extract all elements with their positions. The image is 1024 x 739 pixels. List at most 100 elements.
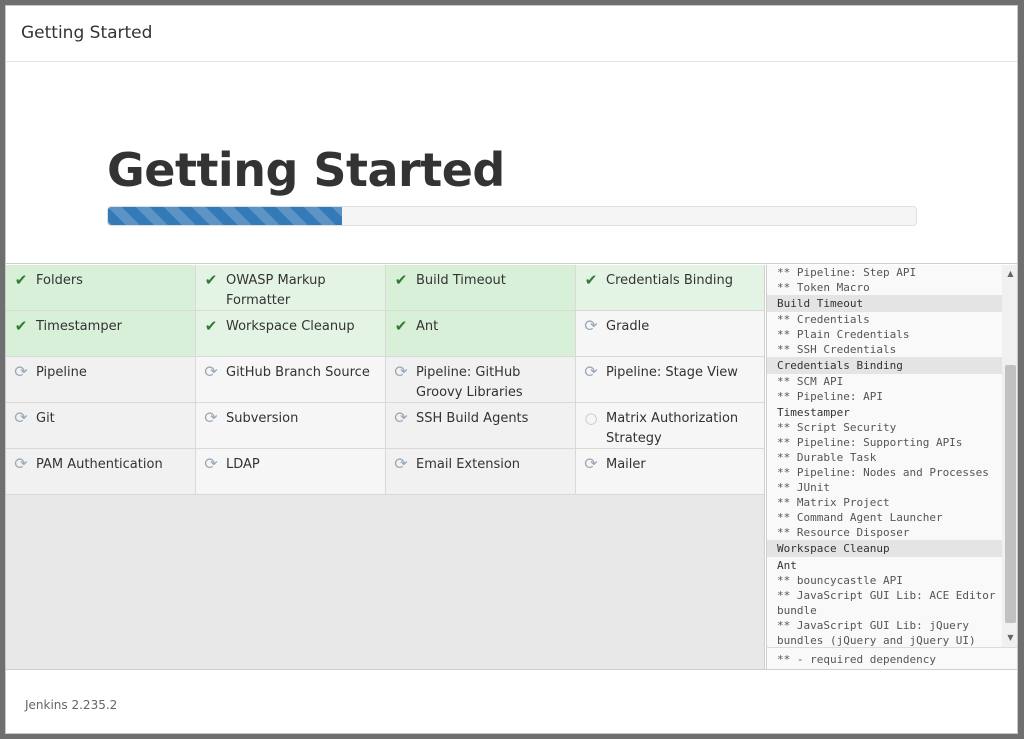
refresh-icon: ⟳ xyxy=(584,316,598,335)
refresh-icon: ⟳ xyxy=(204,362,218,381)
circle-icon: ○ xyxy=(584,409,598,427)
log-dependency-line: ** JUnit xyxy=(777,481,830,494)
scroll-up-icon[interactable]: ▲ xyxy=(1002,267,1017,281)
plugin-name: Workspace Cleanup xyxy=(226,319,355,334)
plugin-item: ✔ Workspace Cleanup xyxy=(196,311,386,357)
jenkins-version: Jenkins 2.235.2 xyxy=(25,698,118,712)
log-dependency-line: ** SCM API xyxy=(777,375,844,388)
plugin-item: ✔ Credentials Binding xyxy=(576,265,764,311)
refresh-icon: ⟳ xyxy=(394,408,408,427)
plugin-item: ✔ Ant xyxy=(386,311,576,357)
refresh-icon: ⟳ xyxy=(14,362,28,381)
install-log-content: ** Pipeline: Step API ** Token Macro Build… xyxy=(767,265,1003,647)
install-log[interactable]: ** Pipeline: Step API ** Token Macro Build… xyxy=(766,265,1017,647)
log-plugin-line: Credentials Binding xyxy=(767,357,1003,374)
plugin-item: ✔ Timestamper xyxy=(6,311,196,357)
refresh-icon: ⟳ xyxy=(394,362,408,381)
plugin-item: ✔ Build Timeout xyxy=(386,265,576,311)
log-dependency-line: ** Token Macro xyxy=(777,281,870,294)
refresh-icon: ⟳ xyxy=(204,408,218,427)
install-progress-bar xyxy=(107,206,917,226)
plugin-name: OWASP Markup Formatter xyxy=(226,273,326,308)
log-plugin-line: Timestamper xyxy=(777,406,850,419)
plugin-item: ⟳ Pipeline xyxy=(6,357,196,403)
plugin-name: Ant xyxy=(416,319,439,334)
plugin-item: ⟳ Pipeline: Stage View xyxy=(576,357,764,403)
plugin-name: Email Extension xyxy=(416,457,521,472)
plugin-item: ⟳ Mailer xyxy=(576,449,764,495)
plugin-name: SSH Build Agents xyxy=(416,411,529,426)
plugin-name: Mailer xyxy=(606,457,646,472)
plugin-name: Subversion xyxy=(226,411,299,426)
setup-dialog: Getting Started Getting Started ✔ Folders… xyxy=(5,5,1018,734)
plugin-item: ⟳ SSH Build Agents xyxy=(386,403,576,449)
plugin-name: Pipeline xyxy=(36,365,87,380)
plugin-name: Gradle xyxy=(606,319,650,334)
log-dependency-line: ** JavaScript GUI Lib: jQuery bundles (j… xyxy=(777,619,976,647)
plugin-item: ⟳ Subversion xyxy=(196,403,386,449)
plugin-item: ⟳ LDAP xyxy=(196,449,386,495)
plugin-item: ✔ OWASP Markup Formatter xyxy=(196,265,386,311)
log-dependency-line: ** Pipeline: API xyxy=(777,390,883,403)
install-progress-fill xyxy=(108,207,343,225)
plugin-name: Matrix Authorization Strategy xyxy=(606,411,739,446)
scroll-thumb[interactable] xyxy=(1005,365,1016,623)
plugin-name: Build Timeout xyxy=(416,273,506,288)
log-plugin-line: Ant xyxy=(777,559,797,572)
plugin-name: Pipeline: GitHub Groovy Libraries xyxy=(416,365,523,400)
check-icon: ✔ xyxy=(394,317,408,335)
plugin-name: Git xyxy=(36,411,55,426)
plugin-item: ⟳ Git xyxy=(6,403,196,449)
dialog-header: Getting Started xyxy=(6,6,1017,62)
hero-panel: Getting Started xyxy=(6,63,1017,264)
log-dependency-line: ** Resource Disposer xyxy=(777,526,910,539)
log-scrollbar[interactable]: ▲ ▼ xyxy=(1002,265,1017,647)
refresh-icon: ⟳ xyxy=(14,408,28,427)
log-dependency-line: ** Durable Task xyxy=(777,451,877,464)
dependency-legend: ** - required dependency xyxy=(766,647,1017,669)
plugin-item: ✔ Folders xyxy=(6,265,196,311)
check-icon: ✔ xyxy=(204,317,218,335)
plugin-name: Timestamper xyxy=(36,319,122,334)
plugin-item: ○ Matrix Authorization Strategy xyxy=(576,403,764,449)
log-dependency-line: ** Pipeline: Nodes and Processes xyxy=(777,466,989,479)
plugin-list: ✔ Folders ✔ OWASP Markup Formatter ✔ Build Ti… xyxy=(6,265,765,669)
log-dependency-line: ** SSH Credentials xyxy=(777,343,897,356)
plugin-grid: ✔ Folders ✔ OWASP Markup Formatter ✔ Build Ti… xyxy=(6,265,764,495)
plugin-name: GitHub Branch Source xyxy=(226,365,370,380)
log-dependency-line: ** Plain Credentials xyxy=(777,328,910,341)
check-icon: ✔ xyxy=(14,317,28,335)
check-icon: ✔ xyxy=(204,271,218,289)
refresh-icon: ⟳ xyxy=(584,362,598,381)
plugin-item: ⟳ Pipeline: GitHub Groovy Libraries xyxy=(386,357,576,403)
refresh-icon: ⟳ xyxy=(394,454,408,473)
log-dependency-line: ** Matrix Project xyxy=(777,496,890,509)
refresh-icon: ⟳ xyxy=(14,454,28,473)
plugin-name: LDAP xyxy=(226,457,260,472)
refresh-icon: ⟳ xyxy=(204,454,218,473)
plugin-item: ⟳ PAM Authentication xyxy=(6,449,196,495)
log-plugin-line: Build Timeout xyxy=(767,295,1003,312)
log-dependency-line: ** Pipeline: Step API xyxy=(777,266,917,279)
check-icon: ✔ xyxy=(14,271,28,289)
check-icon: ✔ xyxy=(394,271,408,289)
scroll-down-icon[interactable]: ▼ xyxy=(1002,631,1017,645)
plugin-item: ⟳ Gradle xyxy=(576,311,764,357)
log-plugin-line: Workspace Cleanup xyxy=(767,540,1003,557)
footer: Jenkins 2.235.2 xyxy=(6,669,1017,733)
log-dependency-line: ** Credentials xyxy=(777,313,870,326)
plugin-item: ⟳ GitHub Branch Source xyxy=(196,357,386,403)
page-title: Getting Started xyxy=(107,143,505,197)
log-dependency-line: ** bouncycastle API xyxy=(777,574,903,587)
plugin-name: Folders xyxy=(36,273,83,288)
plugin-name: Pipeline: Stage View xyxy=(606,365,738,380)
plugin-name: PAM Authentication xyxy=(36,457,163,472)
refresh-icon: ⟳ xyxy=(584,454,598,473)
log-dependency-line: ** Pipeline: Supporting APIs xyxy=(777,436,963,449)
check-icon: ✔ xyxy=(584,271,598,289)
log-dependency-line: ** Script Security xyxy=(777,421,897,434)
plugin-name: Credentials Binding xyxy=(606,273,733,288)
log-dependency-line: ** Command Agent Launcher xyxy=(777,511,943,524)
dialog-title: Getting Started xyxy=(21,23,153,43)
log-dependency-line: ** JavaScript GUI Lib: ACE Editor bundle xyxy=(777,589,996,617)
